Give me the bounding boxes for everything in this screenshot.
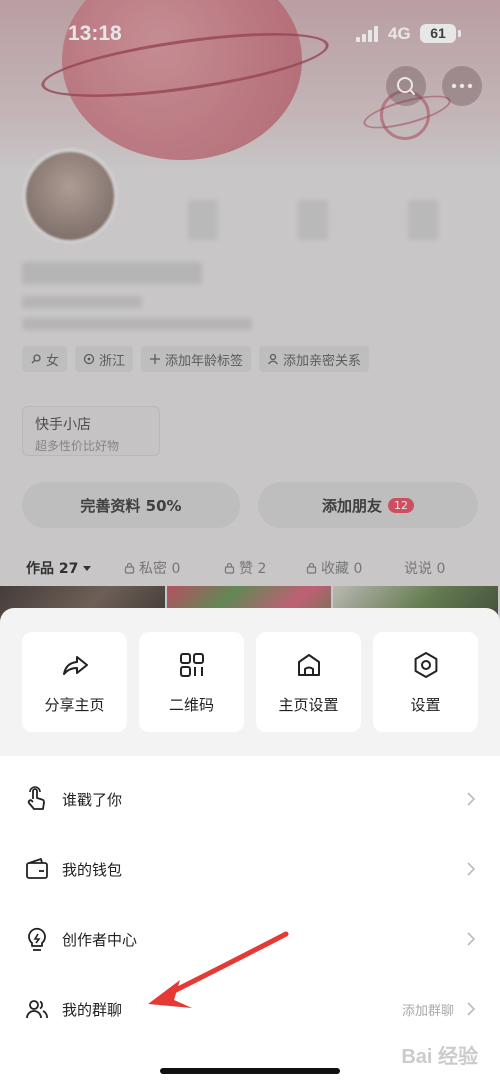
menu-label: 创作者中心 (62, 930, 138, 949)
annotation-arrow-icon (148, 931, 289, 1008)
share-profile-button[interactable]: 分享主页 (22, 632, 127, 732)
share-icon (62, 655, 88, 675)
chevron-right-icon (467, 862, 476, 876)
quick-actions: 分享主页 二维码 主页设置 设置 (22, 632, 478, 732)
quick-action-label: 二维码 (168, 695, 214, 714)
quick-action-label: 主页设置 (278, 695, 339, 714)
chevron-right-icon (467, 1002, 476, 1016)
chevron-right-icon (467, 792, 476, 806)
menu-label: 我的钱包 (62, 860, 123, 879)
menu-item-wallet[interactable]: 我的钱包 (0, 834, 500, 904)
menu-sublabel: 添加群聊 (401, 1003, 454, 1019)
tap-hand-icon (27, 786, 45, 810)
menu-label: 谁戳了你 (62, 790, 123, 809)
quick-action-label: 设置 (410, 695, 441, 714)
dim-overlay[interactable] (0, 0, 500, 640)
qr-code-button[interactable]: 二维码 (139, 632, 244, 732)
settings-button[interactable]: 设置 (373, 632, 478, 732)
wallet-icon (26, 858, 48, 879)
menu-item-who-poked-you[interactable]: 谁戳了你 (0, 764, 500, 834)
quick-action-label: 分享主页 (44, 695, 105, 714)
lightbulb-icon (28, 927, 46, 951)
home-icon (297, 653, 320, 676)
settings-icon (414, 651, 437, 678)
profile-page: 13:18 4G 61 女 浙江 添加年龄标签 添加亲密关系 快手小店 超多性价… (0, 0, 500, 640)
chevron-right-icon (467, 932, 476, 946)
watermark-logo: Bai 经验 (401, 1046, 478, 1068)
homepage-settings-button[interactable]: 主页设置 (256, 632, 361, 732)
qr-code-icon (179, 652, 204, 677)
menu-label: 我的群聊 (62, 1000, 123, 1019)
group-icon (26, 1000, 48, 1019)
menu-list: 谁戳了你 我的钱包 创作者中心 我的群聊 添加群聊 (0, 756, 500, 1084)
home-indicator[interactable] (160, 1068, 340, 1074)
